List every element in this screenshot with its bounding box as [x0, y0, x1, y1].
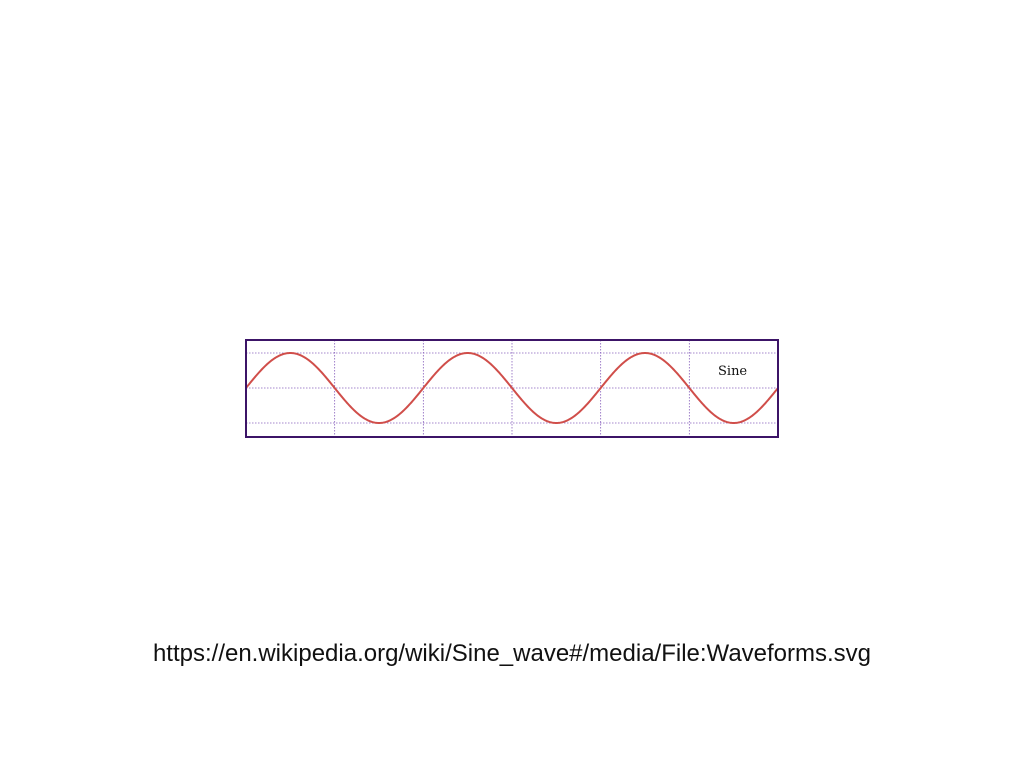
- series-label: Sine: [718, 364, 747, 379]
- waveform-chart: Sine: [245, 339, 779, 439]
- waveform-chart-svg: Sine: [245, 339, 779, 438]
- slide: Sine https://en.wikipedia.org/wiki/Sine_…: [0, 0, 1024, 768]
- source-url-caption: https://en.wikipedia.org/wiki/Sine_wave#…: [152, 640, 872, 667]
